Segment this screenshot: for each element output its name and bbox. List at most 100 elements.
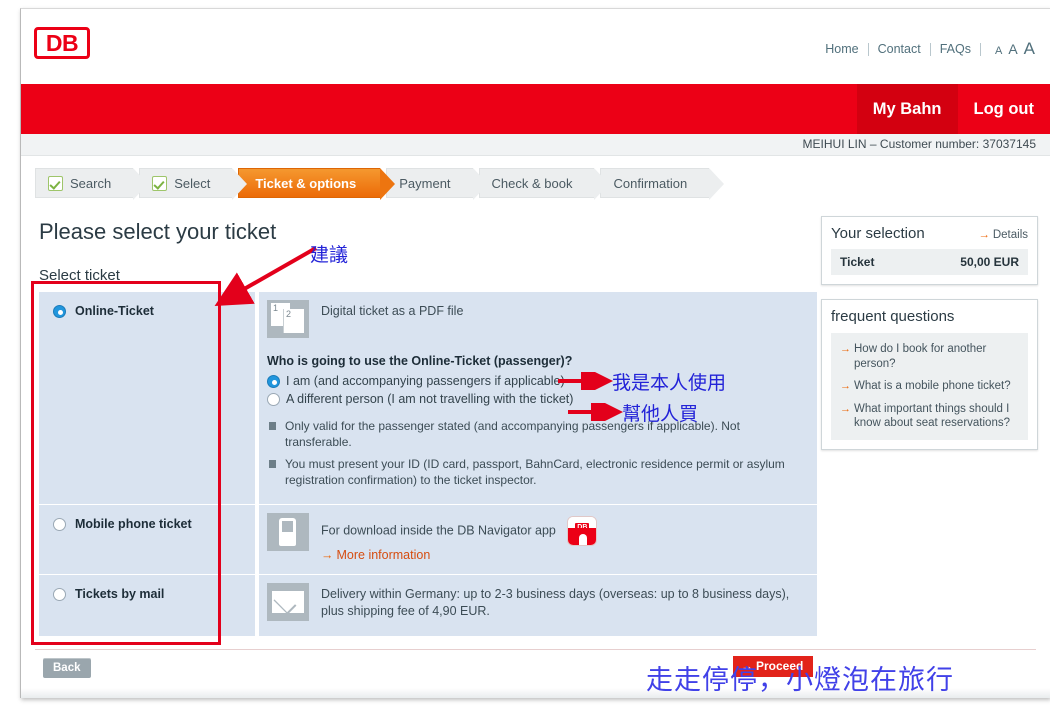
option-description: Digital ticket as a PDF file (321, 304, 464, 318)
tab-my-bahn[interactable]: My Bahn (856, 84, 958, 134)
faq-link-book-for-another-person[interactable]: → How do I book for another person? (840, 342, 1019, 371)
step-label: Check & book (491, 175, 573, 191)
step-search[interactable]: Search (35, 168, 149, 200)
browser-page-frame: DB Home Contact FAQs A A A My Bahn Log o… (20, 8, 1050, 698)
option-media: For download inside the DB Navigator app… (267, 513, 807, 564)
radio-icon-unselected[interactable] (267, 392, 280, 406)
db-logo[interactable]: DB (34, 27, 90, 59)
radio-option-online-ticket[interactable]: Online-Ticket (53, 304, 247, 318)
faq-label: What important things should I know abou… (854, 402, 1010, 430)
step-select[interactable]: Select (139, 168, 248, 200)
step-label: Search (70, 175, 112, 191)
radio-option-tickets-by-mail[interactable]: Tickets by mail (53, 587, 247, 601)
condition-item: Only valid for the passenger stated (and… (267, 418, 807, 450)
option-description-wrap: For download inside the DB Navigator app… (321, 513, 598, 546)
back-button[interactable]: Back (43, 658, 91, 678)
option-media: Delivery within Germany: up to 2-3 busin… (267, 583, 807, 621)
passenger-choice-self[interactable]: I am (and accompanying passengers if app… (267, 374, 807, 388)
arrow-right-icon: → (978, 229, 990, 241)
font-size-large-button[interactable]: A (1021, 39, 1038, 59)
arrow-right-icon: → (840, 343, 851, 355)
faq-label: What is a mobile phone ticket? (854, 380, 1011, 392)
frequent-questions-list: → How do I book for another person? → Wh… (831, 333, 1028, 440)
option-description: Delivery within Germany: up to 2-3 busin… (321, 587, 790, 618)
progress-steps: Search Select Ticket & options Payment C… (35, 168, 1050, 206)
arrow-right-icon: → (840, 402, 851, 415)
proceed-button[interactable]: → Proceed (733, 656, 814, 677)
radio-icon-unselected[interactable] (53, 587, 66, 601)
frequent-questions-box: frequent questions → How do I book for a… (821, 299, 1038, 450)
square-bullet-icon (269, 460, 276, 468)
more-information-link[interactable]: → More information (321, 548, 430, 562)
ticket-option-row-online: Online-Ticket Digital ticket as a PDF fi… (39, 292, 817, 505)
condition-text: You must present your ID (ID card, passp… (285, 457, 785, 487)
passenger-choice-other[interactable]: A different person (I am not travelling … (267, 392, 807, 406)
option-selector-cell-online[interactable]: Online-Ticket (39, 292, 259, 505)
ticket-option-row-mail: Tickets by mail Delivery within Germany:… (39, 574, 817, 637)
arrow-right-icon: → (321, 548, 334, 562)
check-icon (152, 175, 168, 191)
step-label: Ticket & options (255, 175, 357, 191)
option-detail-cell-online: Digital ticket as a PDF file Who is goin… (257, 292, 817, 505)
page-bottom-edge (21, 688, 1050, 698)
check-icon (48, 175, 63, 191)
header-utility-nav: Home Contact FAQs A A A (816, 39, 1038, 59)
option-label: Tickets by mail (75, 587, 165, 601)
arrow-right-icon: → (840, 380, 851, 392)
page-title: Please select your ticket (39, 219, 277, 244)
step-ticket-and-options[interactable]: Ticket & options (238, 168, 396, 200)
step-confirmation[interactable]: Confirmation (600, 168, 724, 200)
page-content: Please select your ticket Select ticket … (21, 206, 1050, 637)
selection-details-link[interactable]: → Details (978, 229, 1028, 241)
selection-ticket-row: Ticket 50,00 EUR (831, 249, 1028, 275)
nav-link-home[interactable]: Home (816, 42, 867, 56)
step-label: Payment (399, 175, 451, 191)
selection-row-value: 50,00 EUR (960, 255, 1019, 269)
option-media: Digital ticket as a PDF file (267, 300, 807, 338)
font-size-small-button[interactable]: A (992, 45, 1005, 57)
option-selector-cell-mail[interactable]: Tickets by mail (39, 574, 259, 637)
faq-link-mobile-phone-ticket[interactable]: → What is a mobile phone ticket? (840, 379, 1019, 394)
radio-icon-selected[interactable] (53, 304, 66, 318)
form-action-bar: Back → Proceed (35, 649, 1036, 693)
frequent-questions-title: frequent questions (831, 308, 955, 325)
passenger-choice-label: I am (and accompanying passengers if app… (286, 374, 565, 388)
square-bullet-icon (269, 422, 276, 430)
your-selection-box: Your selection → Details Ticket 50,00 EUR (821, 216, 1038, 285)
sidebar-column: Your selection → Details Ticket 50,00 EUR… (813, 216, 1038, 637)
ticket-option-row-mobile: Mobile phone ticket For download inside … (39, 504, 817, 575)
site-header: DB Home Contact FAQs A A A (21, 9, 1050, 84)
tab-log-out[interactable]: Log out (958, 84, 1050, 134)
main-red-navbar: My Bahn Log out (21, 84, 1050, 134)
condition-text: Only valid for the passenger stated (and… (285, 419, 740, 449)
section-title: Select ticket (39, 267, 120, 284)
option-label: Mobile phone ticket (75, 517, 192, 531)
step-label: Select (174, 175, 211, 191)
your-selection-header: Your selection → Details (831, 225, 1028, 242)
faq-label: How do I book for another person? (854, 343, 987, 370)
step-label: Confirmation (613, 175, 688, 191)
condition-item: You must present your ID (ID card, passp… (267, 456, 807, 488)
option-selector-cell-mobile[interactable]: Mobile phone ticket (39, 504, 259, 575)
nav-link-faqs[interactable]: FAQs (931, 42, 980, 56)
radio-icon-selected[interactable] (267, 374, 280, 388)
screenshot-root: DB Home Contact FAQs A A A My Bahn Log o… (0, 0, 1050, 714)
more-information-label: More information (336, 548, 431, 562)
badge-person-glyph (579, 534, 588, 545)
selection-row-label: Ticket (840, 255, 875, 269)
nav-link-contact[interactable]: Contact (869, 42, 930, 56)
radio-option-mobile-phone-ticket[interactable]: Mobile phone ticket (53, 517, 247, 531)
main-column: Please select your ticket Select ticket … (21, 216, 817, 637)
passenger-choice-label: A different person (I am not travelling … (286, 392, 574, 406)
faq-link-seat-reservations[interactable]: → What important things should I know ab… (840, 402, 1019, 431)
proceed-label: Proceed (756, 659, 804, 673)
font-size-medium-button[interactable]: A (1005, 41, 1020, 57)
step-payment[interactable]: Payment (386, 168, 488, 200)
details-label: Details (992, 229, 1028, 241)
customer-info-strip: MEIHUI LIN – Customer number: 37037145 (21, 134, 1050, 156)
step-check-and-book[interactable]: Check & book (478, 168, 610, 200)
your-selection-title: Your selection (831, 225, 925, 242)
envelope-icon (267, 583, 309, 621)
radio-icon-unselected[interactable] (53, 517, 66, 531)
option-body: For download inside the DB Navigator app… (321, 513, 598, 564)
